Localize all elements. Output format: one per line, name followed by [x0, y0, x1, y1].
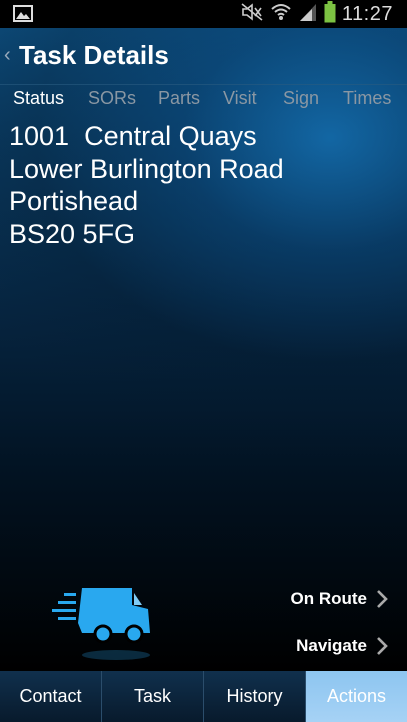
address-line-1: 1001 Central Quays: [9, 121, 257, 151]
tab-sign[interactable]: Sign: [283, 88, 319, 109]
wifi-icon: [270, 2, 292, 27]
tab-status[interactable]: Status: [13, 88, 64, 109]
address-line-3: Portishead: [9, 186, 139, 216]
address-line-2: Lower Burlington Road: [9, 153, 284, 184]
header-divider: [0, 84, 407, 85]
back-chevron-icon[interactable]: ‹: [4, 44, 11, 67]
image-notification-icon: [13, 5, 33, 27]
bottom-tab-actions[interactable]: Actions: [306, 671, 407, 722]
page-title: Task Details: [19, 40, 169, 70]
tab-sors[interactable]: SORs: [88, 88, 136, 109]
header: ‹ Task Details: [0, 28, 407, 84]
chevron-right-icon: [377, 637, 388, 655]
mute-icon: [240, 2, 264, 27]
tab-bar: Status SORs Parts Visit Sign Times: [0, 86, 407, 116]
tab-times[interactable]: Times: [343, 88, 391, 109]
truck-icon: [50, 583, 152, 663]
bottom-tab-bar: Contact Task History Actions: [0, 671, 407, 722]
bottom-tab-contact[interactable]: Contact: [0, 671, 102, 722]
navigate-button[interactable]: Navigate: [296, 636, 389, 656]
tab-visit[interactable]: Visit: [223, 88, 257, 109]
status-bar: 11:27: [0, 0, 407, 28]
clock-time: 11:27: [341, 2, 393, 25]
bottom-tab-task[interactable]: Task: [102, 671, 204, 722]
main-content: ‹ Task Details Status SORs Parts Visit S…: [0, 28, 407, 671]
signal-icon: [298, 2, 318, 27]
navigate-label: Navigate: [296, 636, 367, 655]
on-route-label: On Route: [290, 589, 368, 608]
tab-parts[interactable]: Parts: [158, 88, 200, 109]
on-route-button[interactable]: On Route: [291, 589, 390, 609]
battery-icon: [324, 0, 336, 28]
chevron-right-icon: [377, 590, 388, 608]
postcode: BS20 5FG: [9, 218, 136, 249]
bottom-tab-history[interactable]: History: [204, 671, 306, 722]
address-block: 1001 Central Quays Lower Burlington Road…: [9, 120, 284, 250]
